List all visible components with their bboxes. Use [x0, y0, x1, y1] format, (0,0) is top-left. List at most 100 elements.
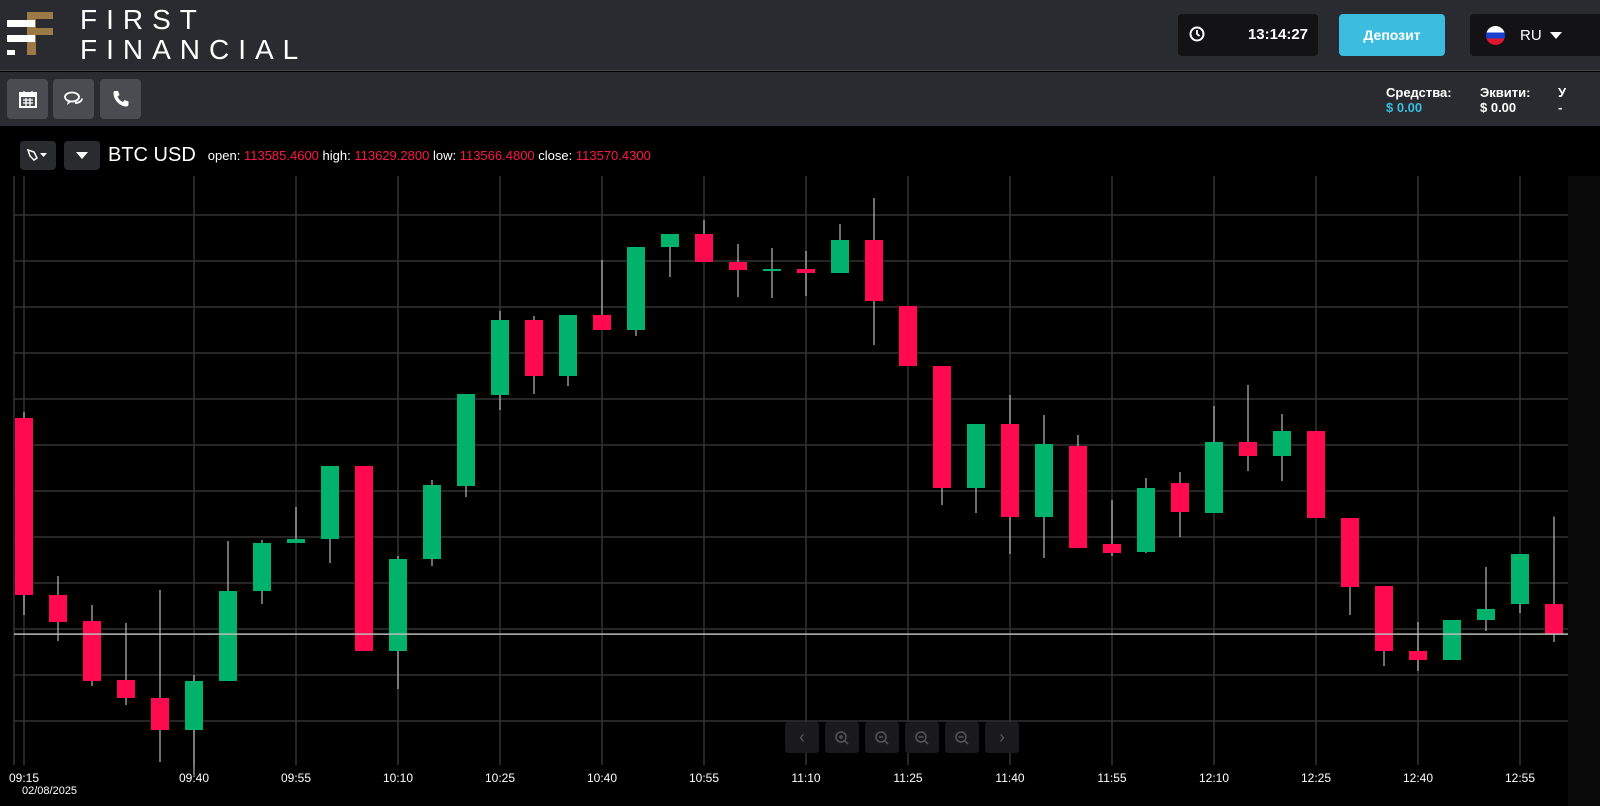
candlestick-chart[interactable]: 09:15 09:40 09:55 10:10 10:25 10:40 10:55 11:10… [0, 176, 1568, 806]
chevron-down-icon [1550, 32, 1562, 39]
candle-down [1341, 518, 1359, 587]
candle-up [219, 591, 237, 681]
candle-down [151, 698, 169, 730]
candle-up [831, 240, 849, 273]
russia-flag-icon [1486, 26, 1505, 45]
language-selector[interactable]: RU [1470, 14, 1600, 56]
candle-up [1035, 444, 1053, 517]
chevron-left-icon: ‹ [799, 727, 805, 747]
candle-down [15, 418, 33, 595]
low-value: 113566.4800 [459, 147, 535, 163]
candle-up [457, 394, 475, 486]
third-label: У [1558, 85, 1567, 100]
x-tick-label: 12:10 [1199, 771, 1229, 785]
candle-up [627, 247, 645, 330]
secondary-toolbar: Средства: $ 0.00 Эквити: $ 0.00 У - [0, 72, 1600, 126]
candle-down [729, 262, 747, 270]
candle-down [117, 680, 135, 698]
candle-down [1545, 604, 1563, 635]
top-header: FIRST FINANCIAL 13:14:27 Депозит RU [0, 0, 1600, 71]
candle-up [967, 424, 985, 488]
phone-icon [113, 91, 128, 107]
high-value: 113629.2800 [354, 147, 430, 163]
open-value: 113585.4600 [243, 147, 319, 163]
candle-down [355, 466, 373, 651]
chat-button[interactable] [53, 79, 94, 119]
ohlc-readout: open: 113585.4600 high: 113629.2800 low:… [208, 148, 651, 163]
candle-down [1171, 483, 1189, 512]
candle-up [287, 539, 305, 543]
x-tick-label: 10:55 [689, 771, 719, 785]
zoom-reset-icon [915, 730, 929, 745]
high-label: high: [322, 147, 351, 163]
third-value: - [1558, 100, 1563, 115]
symbol-name: BTC USD [108, 143, 196, 166]
candle-down [525, 320, 543, 376]
candle-up [321, 466, 339, 539]
symbol-dropdown[interactable] [64, 140, 100, 170]
open-label: open: [207, 147, 241, 163]
candle-down [49, 595, 67, 622]
candle-down [83, 621, 101, 681]
zoom-fit-button[interactable] [945, 722, 979, 753]
candle-down [797, 269, 815, 273]
x-tick-label: 11:55 [1097, 771, 1126, 785]
price-axis-edge [1568, 176, 1600, 806]
equity-stat: Эквити: $ 0.00 [1480, 85, 1530, 115]
scroll-right-button[interactable]: › [985, 722, 1019, 753]
candle-up [1137, 488, 1155, 552]
candle-up [1477, 609, 1495, 620]
x-tick-label: 12:55 [1505, 771, 1535, 785]
candle-up [423, 485, 441, 559]
funds-label: Средства: [1386, 85, 1452, 100]
drawing-tools-dropdown[interactable] [20, 140, 56, 170]
candle-down [1307, 431, 1325, 518]
candle-down [1375, 586, 1393, 651]
zoom-reset-button[interactable] [905, 722, 939, 753]
deposit-button[interactable]: Депозит [1339, 14, 1445, 56]
phone-button[interactable] [100, 79, 141, 119]
zoom-in-icon [835, 730, 849, 745]
candle-down [593, 315, 611, 330]
candle-up [253, 543, 271, 591]
candle-up [1273, 431, 1291, 456]
x-tick-label: 10:10 [383, 771, 413, 785]
clock-icon [1189, 26, 1205, 42]
candle-up [1443, 620, 1461, 660]
funds-stat: Средства: $ 0.00 [1386, 85, 1452, 115]
equity-label: Эквити: [1480, 85, 1531, 100]
candle-up [1205, 442, 1223, 513]
x-tick-label: 09:15 [9, 771, 39, 785]
candle-up [491, 320, 509, 395]
funds-value: $ 0.00 [1386, 100, 1423, 115]
equity-value: $ 0.00 [1480, 100, 1517, 115]
x-tick-label: 12:25 [1301, 771, 1331, 785]
chart-header: BTC USD open: 113585.4600 high: 113629.2… [20, 140, 651, 170]
candle-down [695, 234, 713, 262]
close-label: close: [538, 147, 573, 163]
candle-down [1409, 651, 1427, 660]
chevron-down-icon [76, 152, 88, 159]
x-tick-label: 11:10 [791, 771, 820, 785]
x-tick-label: 10:40 [587, 771, 617, 785]
brand-line1: FIRST [80, 4, 206, 35]
candle-up [661, 234, 679, 247]
calendar-button[interactable] [7, 79, 48, 119]
zoom-out-icon [875, 730, 889, 745]
pen-icon [26, 148, 47, 161]
close-value: 113570.4300 [575, 147, 651, 163]
candle-up [1511, 554, 1529, 604]
brand-line2: FINANCIAL [80, 34, 308, 65]
scroll-left-button[interactable]: ‹ [785, 722, 819, 753]
clock-time: 13:14:27 [1247, 26, 1308, 43]
zoom-fit-icon [955, 730, 969, 745]
x-tick-label: 11:25 [893, 771, 922, 785]
x-tick-label: 12:40 [1403, 771, 1433, 785]
chart-panel: BTC USD open: 113585.4600 high: 113629.2… [0, 126, 1600, 806]
third-stat: У - [1558, 85, 1566, 115]
candle-up [559, 315, 577, 376]
candle-up [389, 559, 407, 651]
zoom-out-button[interactable] [865, 722, 899, 753]
low-label: low: [432, 147, 457, 163]
zoom-in-button[interactable] [825, 722, 859, 753]
